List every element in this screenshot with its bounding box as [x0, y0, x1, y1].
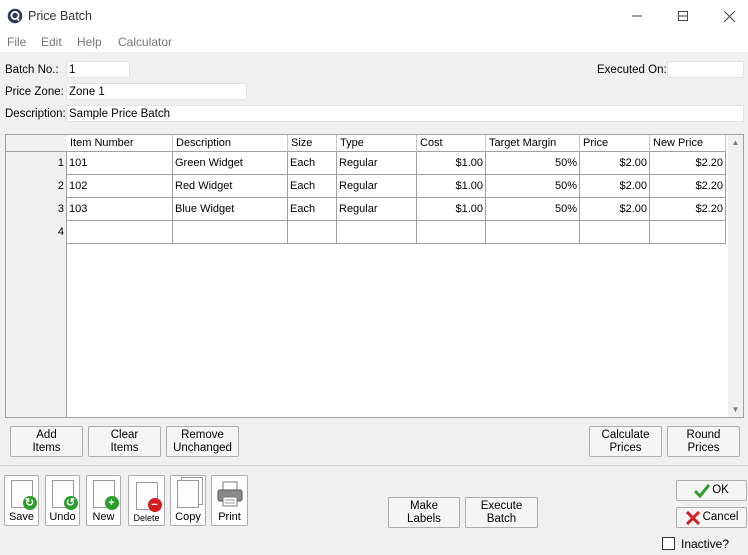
grid-cell[interactable]: Blue Widget	[173, 198, 288, 221]
save-button[interactable]: ↻ Save	[4, 475, 39, 526]
cancel-x-icon	[685, 510, 700, 525]
new-icon: +	[92, 480, 119, 510]
row-header-column	[6, 135, 67, 417]
grid-cell[interactable]	[650, 221, 726, 244]
grid-cell[interactable]: $2.20	[650, 175, 726, 198]
row-number: 2	[57, 180, 64, 192]
row-number: 3	[57, 203, 64, 215]
executed-on-field[interactable]	[667, 61, 744, 78]
undo-icon: ↺	[51, 480, 78, 510]
grid-cell[interactable]: $2.00	[580, 175, 650, 198]
grid-cell[interactable]: 102	[67, 175, 173, 198]
grid-cell[interactable]	[486, 221, 580, 244]
scroll-down-icon[interactable]: ▼	[728, 405, 743, 414]
execute-batch-button[interactable]: Execute Batch	[465, 497, 538, 528]
grid-cell[interactable]	[288, 221, 337, 244]
grid-cell[interactable]: Green Widget	[173, 152, 288, 175]
add-items-button[interactable]: Add Items	[10, 426, 83, 457]
row-number: 4	[57, 226, 64, 238]
menu-file[interactable]: File	[7, 35, 26, 49]
printer-icon	[217, 481, 242, 507]
grid-cell[interactable]: $1.00	[417, 152, 486, 175]
app-logo-icon	[7, 8, 23, 24]
col-type[interactable]: Type	[337, 135, 417, 152]
col-size[interactable]: Size	[288, 135, 337, 152]
maximize-icon	[678, 11, 688, 21]
grid-cell[interactable]	[173, 221, 288, 244]
grid-cell[interactable]: Regular	[337, 175, 417, 198]
title-bar: Price Batch	[0, 0, 748, 32]
grid-cell[interactable]: 103	[67, 198, 173, 221]
grid-cell[interactable]	[67, 221, 173, 244]
print-button[interactable]: Print	[211, 475, 248, 526]
grid-cell[interactable]: 101	[67, 152, 173, 175]
vertical-scrollbar[interactable]: ▲ ▼	[728, 135, 743, 417]
inactive-label: Inactive?	[681, 537, 730, 551]
check-icon	[694, 483, 711, 498]
col-new-price[interactable]: New Price	[650, 135, 726, 152]
grid-cell[interactable]: Red Widget	[173, 175, 288, 198]
delete-button[interactable]: − Delete	[128, 475, 165, 526]
menu-help[interactable]: Help	[77, 35, 102, 49]
grid-cell[interactable]: $2.20	[650, 198, 726, 221]
menu-edit[interactable]: Edit	[41, 35, 62, 49]
copy-icon	[177, 480, 199, 508]
delete-icon: −	[135, 482, 162, 512]
col-target-margin[interactable]: Target Margin	[486, 135, 580, 152]
maximize-button[interactable]	[660, 0, 706, 32]
save-icon: ↻	[10, 480, 37, 510]
minimize-icon	[632, 15, 642, 17]
calculate-prices-button[interactable]: Calculate Prices	[589, 426, 662, 457]
executed-on-label: Executed On:	[597, 64, 667, 76]
batch-number-field[interactable]: 1	[66, 61, 130, 78]
undo-button[interactable]: ↺ Undo	[45, 475, 80, 526]
new-button[interactable]: + New	[86, 475, 121, 526]
grid-cell[interactable]: $1.00	[417, 198, 486, 221]
close-button[interactable]	[706, 0, 748, 32]
description-field[interactable]: Sample Price Batch	[66, 105, 744, 122]
grid-cell[interactable]: Regular	[337, 152, 417, 175]
copy-button[interactable]: Copy	[170, 475, 206, 526]
col-item-number[interactable]: Item Number	[67, 135, 173, 152]
grid-cell[interactable]: 50%	[486, 175, 580, 198]
scroll-up-icon[interactable]: ▲	[728, 138, 743, 147]
inactive-checkbox[interactable]	[662, 537, 675, 550]
grid-cell[interactable]	[337, 221, 417, 244]
minimize-button-area[interactable]	[614, 0, 660, 32]
window-title: Price Batch	[28, 9, 92, 23]
grid-cell[interactable]: 50%	[486, 152, 580, 175]
description-label: Description:	[5, 108, 66, 120]
price-zone-label: Price Zone:	[5, 86, 64, 98]
make-labels-button[interactable]: Make Labels	[388, 497, 460, 528]
grid-cell[interactable]: $1.00	[417, 175, 486, 198]
grid-cell[interactable]: Each	[288, 152, 337, 175]
grid-cell[interactable]	[417, 221, 486, 244]
grid-cell[interactable]: 50%	[486, 198, 580, 221]
col-description[interactable]: Description	[173, 135, 288, 152]
cancel-button[interactable]: Cancel	[676, 507, 747, 528]
close-icon	[723, 10, 735, 22]
grid-cell[interactable]: $2.00	[580, 152, 650, 175]
price-zone-field[interactable]: Zone 1	[66, 83, 247, 100]
grid-corner	[6, 135, 67, 152]
grid-cell[interactable]: $2.00	[580, 198, 650, 221]
menu-bar: File Edit Help Calculator	[0, 32, 748, 52]
batch-number-label: Batch No.:	[5, 64, 59, 76]
grid-cell[interactable]: $2.20	[650, 152, 726, 175]
col-cost[interactable]: Cost	[417, 135, 486, 152]
remove-unchanged-button[interactable]: Remove Unchanged	[166, 426, 239, 457]
grid-cell[interactable]	[580, 221, 650, 244]
clear-items-button[interactable]: Clear Items	[88, 426, 161, 457]
grid-cell[interactable]: Each	[288, 175, 337, 198]
ok-button[interactable]: OK	[676, 480, 747, 501]
menu-calculator[interactable]: Calculator	[118, 35, 172, 49]
round-prices-button[interactable]: Round Prices	[667, 426, 740, 457]
grid-cell[interactable]: Regular	[337, 198, 417, 221]
row-number: 1	[57, 157, 64, 169]
separator	[0, 465, 748, 466]
grid-cell[interactable]: Each	[288, 198, 337, 221]
col-price[interactable]: Price	[580, 135, 650, 152]
items-grid[interactable]: Item Number Description Size Type Cost T…	[5, 134, 744, 418]
